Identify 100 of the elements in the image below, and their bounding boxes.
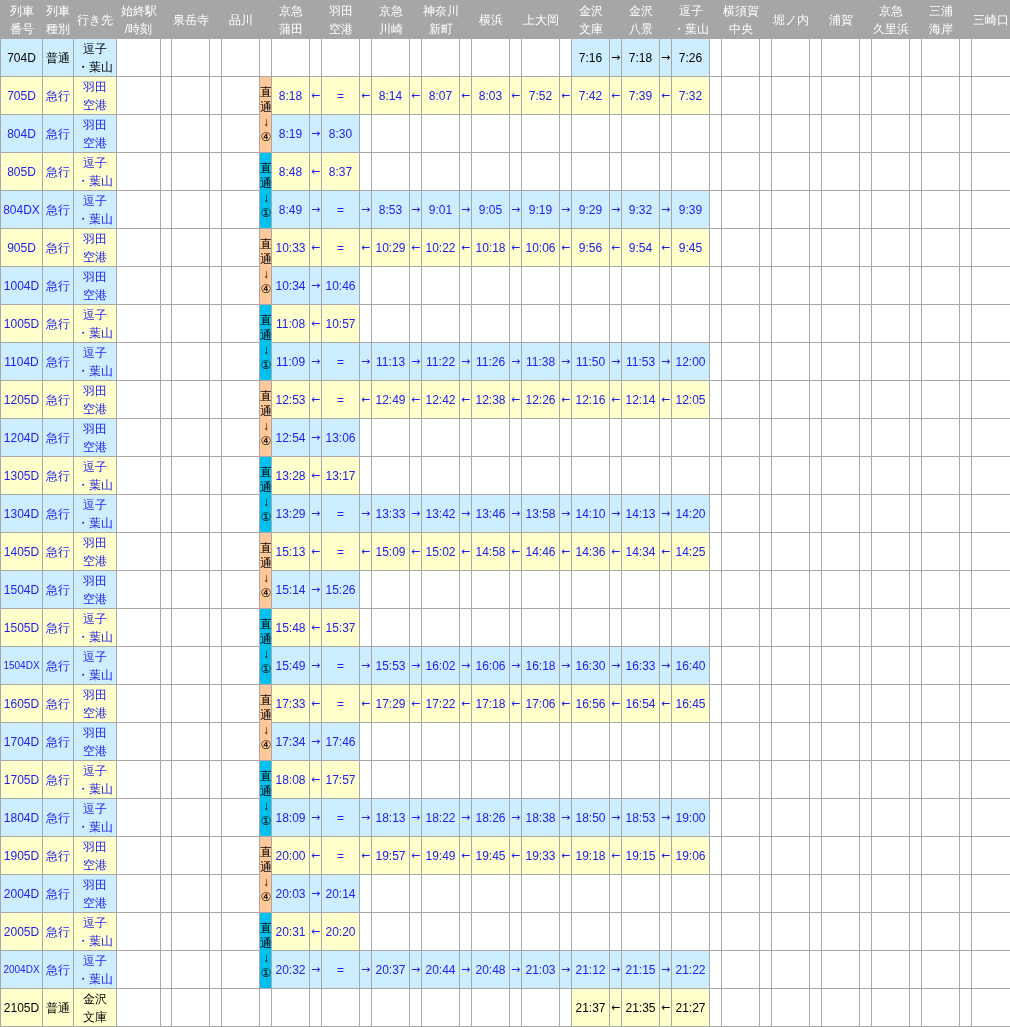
stop-time: 8:18	[271, 76, 310, 115]
stop-time: 10:22	[421, 228, 460, 267]
stop-time: 9:01	[421, 190, 460, 229]
train-number: 804D	[0, 114, 43, 153]
stop-time: 16:56	[571, 684, 610, 723]
stop-time: 9:05	[471, 190, 510, 229]
destination: 逗子	[82, 610, 108, 628]
column-header: 泉岳寺	[172, 11, 209, 29]
destination: 文庫	[82, 1008, 108, 1026]
stop-time: 12:26	[521, 380, 560, 419]
train-number: 1104D	[0, 342, 43, 381]
stop-time: =	[321, 190, 360, 229]
stop-time: 19:45	[471, 836, 510, 875]
stop-time: 8:49	[271, 190, 310, 229]
destination: 逗子	[82, 458, 108, 476]
stop-time: 10:57	[321, 304, 360, 343]
stop-time: 13:46	[471, 494, 510, 533]
stop-time: 9:39	[671, 190, 710, 229]
stop-time: 7:32	[671, 76, 710, 115]
stop-time: 8:07	[421, 76, 460, 115]
column-header: 久里浜	[872, 20, 909, 38]
destination: 羽田	[82, 268, 108, 286]
train-number: 2005D	[0, 912, 43, 951]
stop-time: =	[321, 950, 360, 989]
train-number: 1804D	[0, 798, 43, 837]
destination: 空港	[82, 856, 108, 874]
stop-time: =	[321, 494, 360, 533]
stop-time: 17:18	[471, 684, 510, 723]
stop-time: 16:18	[521, 646, 560, 685]
destination: ・葉山	[76, 628, 114, 646]
destination: 空港	[82, 438, 108, 456]
stop-time: 16:54	[621, 684, 660, 723]
stop-time: 16:06	[471, 646, 510, 685]
stop-time: 8:37	[321, 152, 360, 191]
stop-time: 18:22	[421, 798, 460, 837]
stop-time: 13:17	[321, 456, 360, 495]
stop-time: 10:06	[521, 228, 560, 267]
column-header: 浦賀	[827, 11, 854, 29]
destination: 羽田	[82, 116, 108, 134]
destination: 逗子	[82, 762, 108, 780]
stop-time: 21:12	[571, 950, 610, 989]
column-header: 羽田	[327, 2, 354, 20]
destination: 空港	[82, 248, 108, 266]
stop-time: 11:09	[271, 342, 310, 381]
destination: 逗子	[82, 496, 108, 514]
stop-time: 11:38	[521, 342, 560, 381]
stop-time: 10:29	[371, 228, 410, 267]
stop-time: 19:57	[371, 836, 410, 875]
stop-time: 15:13	[271, 532, 310, 571]
stop-time: 9:19	[521, 190, 560, 229]
train-number: 2105D	[0, 988, 43, 1027]
train-number: 805D	[0, 152, 43, 191]
stop-time: 8:48	[271, 152, 310, 191]
stop-time: 10:33	[271, 228, 310, 267]
destination: 金沢	[82, 990, 108, 1008]
destination: 空港	[82, 552, 108, 570]
stop-time: 7:42	[571, 76, 610, 115]
train-number: 1304D	[0, 494, 43, 533]
destination: ・葉山	[76, 210, 114, 228]
destination: 空港	[82, 400, 108, 418]
stop-time: 19:06	[671, 836, 710, 875]
stop-time: 17:34	[271, 722, 310, 761]
stop-time: 10:46	[321, 266, 360, 305]
column-header: 空港	[327, 20, 354, 38]
destination: 逗子	[82, 800, 108, 818]
destination: 羽田	[82, 724, 108, 742]
column-header: 金沢	[577, 2, 604, 20]
stop-time: 18:09	[271, 798, 310, 837]
destination: 逗子	[82, 914, 108, 932]
destination: 逗子	[82, 344, 108, 362]
stop-time: 20:20	[321, 912, 360, 951]
stop-time: =	[321, 76, 360, 115]
stop-time: 13:28	[271, 456, 310, 495]
stop-time: 12:38	[471, 380, 510, 419]
stop-time: 9:32	[621, 190, 660, 229]
destination: 空港	[82, 704, 108, 722]
column-header: 行き先	[76, 11, 114, 29]
destination: 羽田	[82, 572, 108, 590]
destination: ・葉山	[76, 324, 114, 342]
stop-time: 14:20	[671, 494, 710, 533]
column-header: 品川	[227, 11, 254, 29]
stop-time: 7:26	[671, 38, 710, 77]
column-header: ・葉山	[672, 20, 709, 38]
destination: ・葉山	[76, 476, 114, 494]
train-number: 2004DX	[0, 950, 43, 989]
stop-time: 9:54	[621, 228, 660, 267]
stop-time: 7:39	[621, 76, 660, 115]
stop-time: 20:44	[421, 950, 460, 989]
destination: 逗子	[82, 952, 108, 970]
column-header: 列車	[45, 2, 71, 20]
stop-time: 9:56	[571, 228, 610, 267]
column-header: 新町	[427, 20, 454, 38]
stop-time: 16:02	[421, 646, 460, 685]
stop-time: 14:13	[621, 494, 660, 533]
destination: 逗子	[82, 192, 108, 210]
destination: 逗子	[82, 154, 108, 172]
stop-time: 18:13	[371, 798, 410, 837]
stop-time: 8:14	[371, 76, 410, 115]
destination: 羽田	[82, 230, 108, 248]
train-number: 1705D	[0, 760, 43, 799]
